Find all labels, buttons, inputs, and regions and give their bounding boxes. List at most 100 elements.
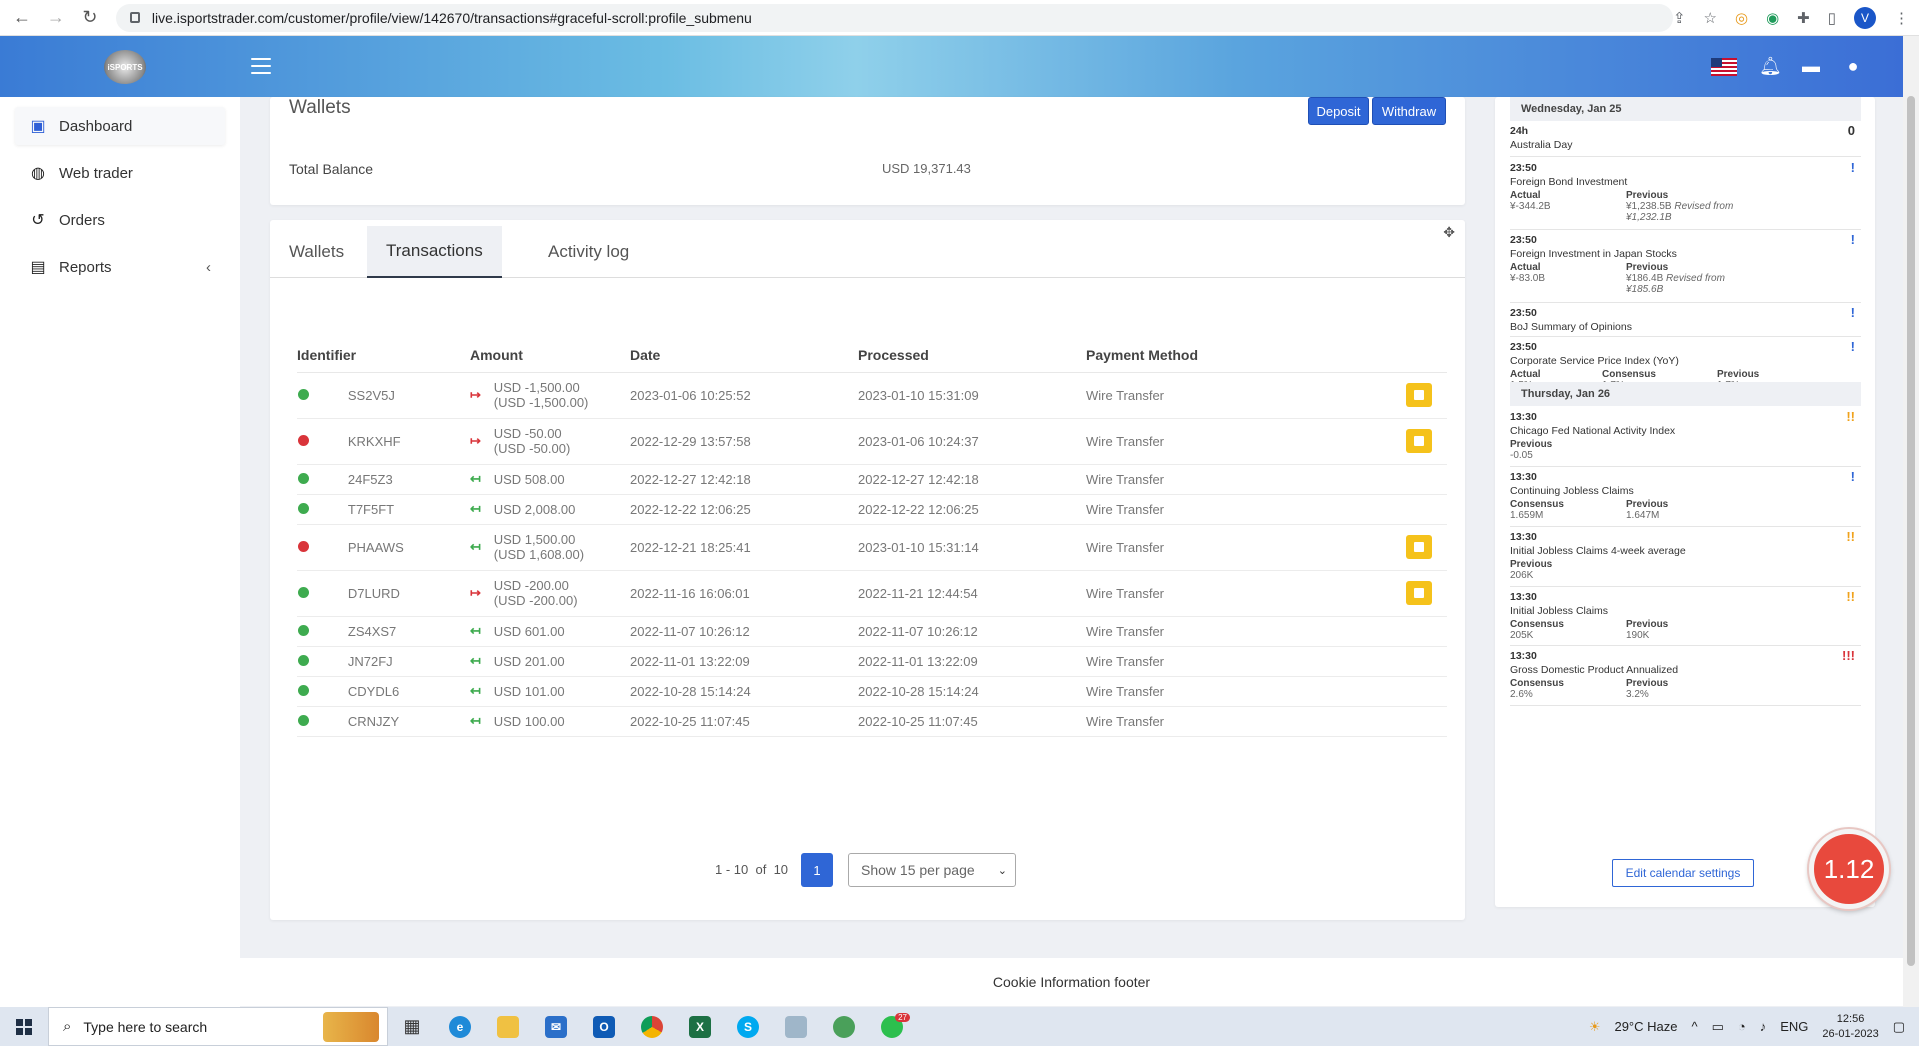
per-page-select[interactable]: Show 15 per page ⌄ bbox=[848, 853, 1016, 887]
windows-start-icon[interactable] bbox=[0, 1007, 48, 1046]
star-icon[interactable]: ☆ bbox=[1704, 9, 1717, 27]
calendar-event[interactable]: 13:30 Gross Domestic Product Annualized!!… bbox=[1510, 646, 1861, 706]
tab-activity-log[interactable]: Activity log bbox=[529, 226, 648, 278]
table-row[interactable]: ZS4XS7 ↤ USD 601.00 2022-11-07 10:26:12 2022… bbox=[297, 616, 1447, 647]
extension-2-icon[interactable]: ◉ bbox=[1766, 9, 1779, 27]
move-icon[interactable]: ✥ bbox=[1443, 224, 1455, 241]
withdraw-button[interactable]: Withdraw bbox=[1372, 97, 1446, 125]
whatsapp-icon[interactable]: 27 bbox=[868, 1007, 916, 1046]
transaction-id[interactable]: CDYDL6 bbox=[348, 684, 399, 699]
col-identifier[interactable]: Identifier bbox=[297, 338, 470, 373]
transaction-id[interactable]: D7LURD bbox=[348, 586, 400, 601]
forward-icon[interactable]: → bbox=[44, 6, 68, 30]
recycle-icon[interactable] bbox=[820, 1007, 868, 1046]
col-date[interactable]: Date bbox=[630, 338, 858, 373]
extension-icon[interactable]: ◎ bbox=[1735, 9, 1748, 27]
transaction-id[interactable]: T7F5FT bbox=[348, 502, 394, 517]
sidepanel-icon[interactable]: ▯ bbox=[1828, 9, 1836, 27]
sidebar-item-dashboard[interactable]: ▣ Dashboard bbox=[15, 107, 225, 145]
sidebar-item-web-trader[interactable]: ◍ Web trader bbox=[15, 154, 225, 192]
note-button[interactable] bbox=[1406, 535, 1432, 559]
calendar-event[interactable]: 13:30 Chicago Fed National Activity Index… bbox=[1510, 407, 1861, 467]
tab-transactions[interactable]: Transactions bbox=[367, 226, 502, 278]
chat-icon[interactable]: ▬ bbox=[1801, 56, 1821, 77]
table-row[interactable]: JN72FJ ↤ USD 201.00 2022-11-01 13:22:09 2022… bbox=[297, 646, 1447, 677]
mail-icon[interactable]: ✉ bbox=[532, 1007, 580, 1046]
outlook-icon[interactable]: O bbox=[580, 1007, 628, 1046]
col-payment-method[interactable]: Payment Method bbox=[1086, 338, 1406, 373]
share-icon[interactable]: ⇪ bbox=[1673, 9, 1686, 27]
us-flag-icon[interactable] bbox=[1711, 57, 1737, 76]
transaction-id[interactable]: ZS4XS7 bbox=[348, 624, 396, 639]
weather-text[interactable]: 29°C Haze bbox=[1614, 1019, 1677, 1034]
transaction-id[interactable]: CRNJZY bbox=[348, 714, 399, 729]
transaction-id[interactable]: JN72FJ bbox=[348, 654, 393, 669]
browser-actions: ⇪ ☆ ◎ ◉ ✚ ▯ V ⋮ bbox=[1673, 6, 1919, 29]
reload-icon[interactable]: ↻ bbox=[78, 6, 102, 30]
calendar-event[interactable]: 24h Australia Day 0 bbox=[1510, 121, 1861, 157]
table-row[interactable]: CRNJZY ↤ USD 100.00 2022-10-25 11:07:45 2022… bbox=[297, 706, 1447, 737]
sidebar-item-orders[interactable]: ↺ Orders bbox=[15, 201, 225, 239]
tab-wallets[interactable]: Wallets bbox=[270, 226, 363, 278]
table-row[interactable]: SS2V5J ↦ USD -1,500.00 (USD -1,500.00) 2023-… bbox=[297, 372, 1447, 419]
transaction-id[interactable]: 24F5Z3 bbox=[348, 472, 393, 487]
file-explorer-icon[interactable] bbox=[484, 1007, 532, 1046]
logo[interactable]: iSPORTS bbox=[104, 50, 146, 84]
deposit-button[interactable]: Deposit bbox=[1308, 97, 1369, 125]
transaction-id[interactable]: KRKXHF bbox=[348, 434, 401, 449]
calendar-event[interactable]: 13:30 Continuing Jobless Claims! Consensus… bbox=[1510, 467, 1861, 527]
profile-avatar[interactable]: V bbox=[1854, 6, 1876, 29]
edit-calendar-settings-button[interactable]: Edit calendar settings bbox=[1612, 859, 1754, 887]
calendar-event[interactable]: 13:30 Initial Jobless Claims 4-week avera… bbox=[1510, 527, 1861, 587]
table-row[interactable]: T7F5FT ↤ USD 2,008.00 2022-12-22 12:06:25 20… bbox=[297, 494, 1447, 525]
sidebar-item-reports[interactable]: ▤ Reports ‹ bbox=[15, 248, 225, 286]
back-icon[interactable]: ← bbox=[10, 6, 34, 30]
note-button[interactable] bbox=[1406, 383, 1432, 407]
calendar-event[interactable]: 23:50 BoJ Summary of Opinions! bbox=[1510, 303, 1861, 337]
wifi-icon[interactable]: ◔ bbox=[1738, 1019, 1746, 1034]
speaker-icon[interactable]: ♪ bbox=[1760, 1019, 1767, 1034]
user-icon[interactable]: ● bbox=[1843, 56, 1863, 77]
calendar-event[interactable]: 13:30 Initial Jobless Claims!! Consensus 20… bbox=[1510, 587, 1861, 646]
language-indicator[interactable]: ENG bbox=[1780, 1019, 1808, 1034]
network-icon[interactable]: ▭ bbox=[1712, 1019, 1724, 1035]
address-bar[interactable]: live.isportstrader.com/customer/profile/… bbox=[115, 3, 1673, 32]
page-1-button[interactable]: 1 bbox=[801, 853, 833, 887]
task-view-icon[interactable]: ▦ bbox=[388, 1007, 436, 1046]
chevron-up-icon[interactable]: ^ bbox=[1691, 1019, 1697, 1034]
excel-icon[interactable]: X bbox=[676, 1007, 724, 1046]
notification-icon[interactable]: ▢ bbox=[1893, 1019, 1905, 1035]
note-button[interactable] bbox=[1406, 581, 1432, 605]
event-col-header: Previous bbox=[1626, 619, 1669, 630]
notes-icon[interactable] bbox=[772, 1007, 820, 1046]
transactions-table: Identifier Amount Date Processed Payment… bbox=[297, 338, 1447, 737]
table-row[interactable]: CDYDL6 ↤ USD 101.00 2022-10-28 15:14:24 2022… bbox=[297, 676, 1447, 707]
puzzle-icon[interactable]: ✚ bbox=[1797, 9, 1810, 27]
taskbar-search[interactable]: ⌕ Type here to search bbox=[48, 1007, 388, 1046]
edge-icon[interactable]: e bbox=[436, 1007, 484, 1046]
table-row[interactable]: PHAAWS ↤ USD 1,500.00 (USD 1,608.00) 2022-12… bbox=[297, 524, 1447, 571]
table-row[interactable]: KRKXHF ↦ USD -50.00 (USD -50.00) 2022-12-29 … bbox=[297, 418, 1447, 465]
floating-badge[interactable]: 1.12 bbox=[1809, 829, 1889, 909]
event-time: 23:50 bbox=[1510, 162, 1537, 174]
clock[interactable]: 12:56 26-01-2023 bbox=[1822, 1012, 1878, 1042]
bell-icon[interactable]: 🔔︎ bbox=[1759, 56, 1782, 77]
chrome-icon[interactable] bbox=[628, 1007, 676, 1046]
chevron-left-icon[interactable]: ‹ bbox=[206, 259, 211, 276]
page-scrollbar[interactable] bbox=[1903, 36, 1919, 1007]
col-amount[interactable]: Amount bbox=[470, 338, 630, 373]
table-row[interactable]: 24F5Z3 ↤ USD 508.00 2022-12-27 12:42:18 2022… bbox=[297, 464, 1447, 495]
skype-icon[interactable]: S bbox=[724, 1007, 772, 1046]
transaction-id[interactable]: PHAAWS bbox=[348, 540, 404, 555]
calendar-day-header: Wednesday, Jan 25 bbox=[1510, 97, 1861, 121]
browser-toolbar: ← → ↻ live.isportstrader.com/customer/pr… bbox=[0, 0, 1919, 36]
transaction-id[interactable]: SS2V5J bbox=[348, 388, 395, 403]
calendar-event[interactable]: 23:50 Foreign Investment in Japan Stocks!… bbox=[1510, 230, 1861, 303]
hamburger-icon[interactable] bbox=[251, 58, 271, 74]
calendar-event[interactable]: 23:50 Foreign Bond Investment! Actual ¥-344… bbox=[1510, 158, 1861, 230]
table-row[interactable]: D7LURD ↦ USD -200.00 (USD -200.00) 2022-11-1… bbox=[297, 570, 1447, 617]
note-button[interactable] bbox=[1406, 429, 1432, 453]
menu-dots-icon[interactable]: ⋮ bbox=[1894, 9, 1909, 27]
col-processed[interactable]: Processed bbox=[858, 338, 1086, 373]
scroll-thumb[interactable] bbox=[1907, 96, 1915, 966]
